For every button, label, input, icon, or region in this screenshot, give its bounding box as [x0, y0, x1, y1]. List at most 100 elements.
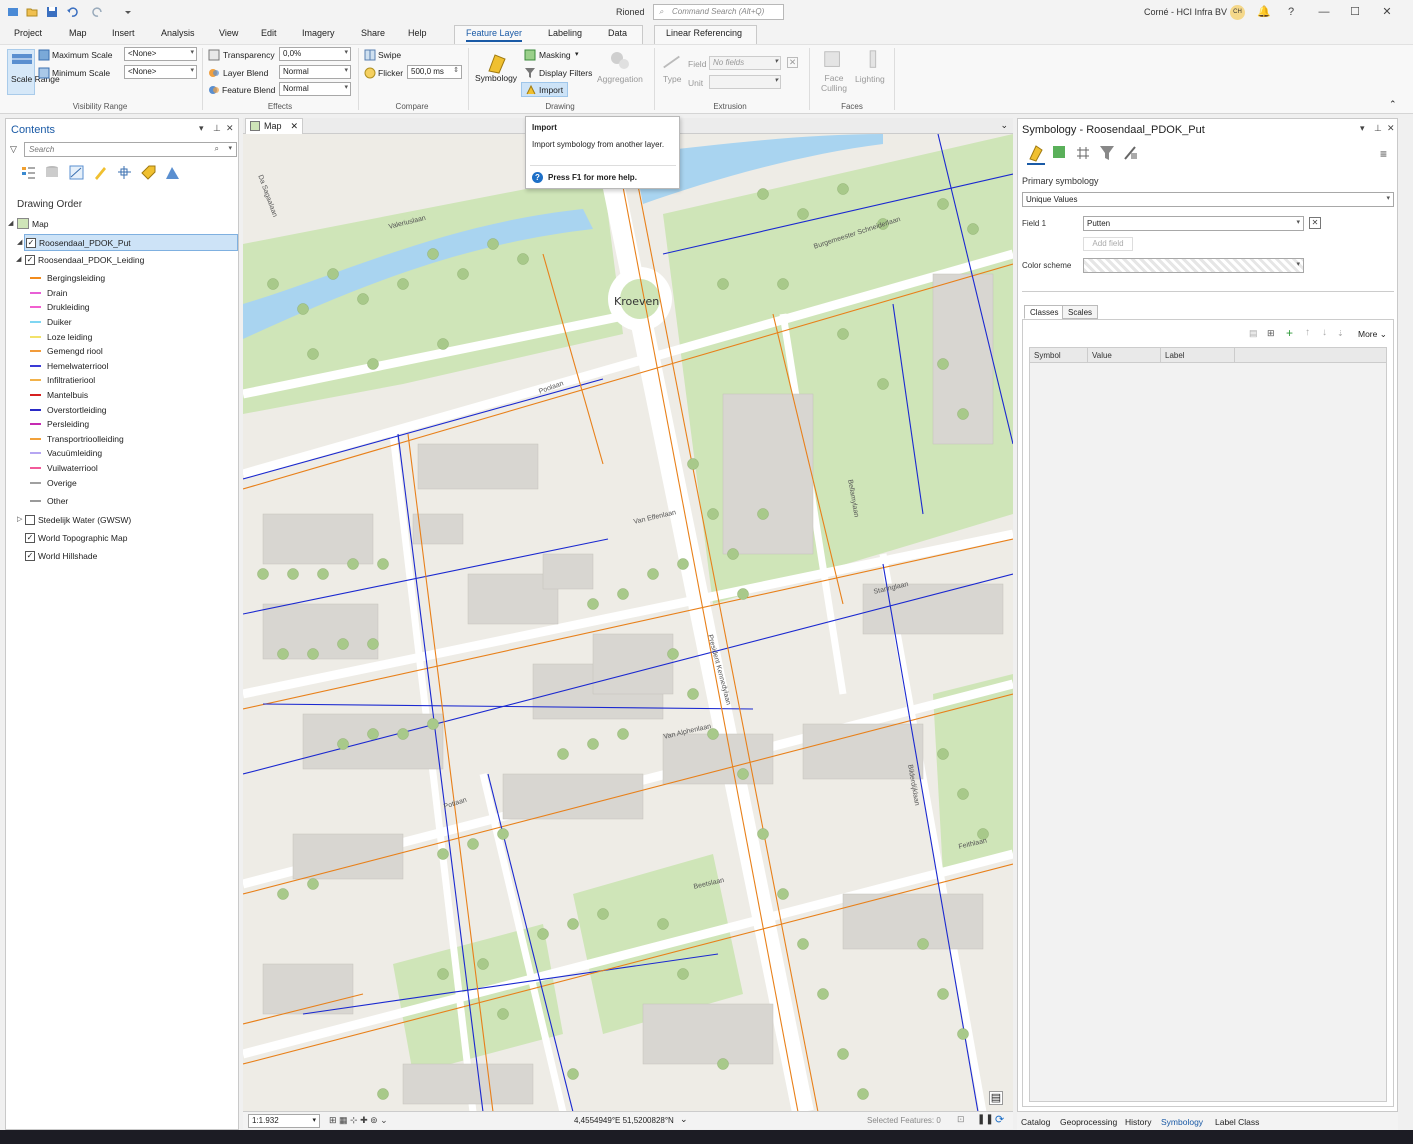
contents-search-input[interactable]: Search ⌕ ▾	[24, 142, 237, 157]
extrusion-type-button[interactable]: Type	[660, 49, 684, 97]
chevron-down-icon[interactable]: ▾	[228, 144, 232, 152]
display-filters-button[interactable]: Display Filters	[539, 68, 592, 78]
tab-geoprocessing[interactable]: Geoprocessing	[1060, 1117, 1117, 1127]
maximum-scale-select[interactable]: <None> ▾	[124, 47, 197, 61]
pause-drawing-icon[interactable]: ❚❚	[977, 1114, 994, 1125]
collapse-icon[interactable]: ◢	[8, 219, 13, 227]
pin-icon[interactable]: ⊥	[213, 123, 221, 134]
symbol-layer-drawing-icon[interactable]	[1074, 144, 1092, 162]
column-header-symbol[interactable]: Symbol	[1034, 351, 1061, 360]
new-project-icon[interactable]	[7, 6, 19, 18]
aggregation-button[interactable]: Aggregation	[596, 49, 646, 97]
toc-map[interactable]: ◢ Map	[6, 216, 238, 233]
tab-map[interactable]: Map	[69, 28, 87, 38]
column-header-label[interactable]: Label	[1165, 351, 1185, 360]
advanced-symbology-icon[interactable]	[1122, 144, 1140, 162]
layer-visibility-checkbox[interactable]: ✓	[25, 533, 35, 543]
layer-visibility-checkbox[interactable]	[25, 515, 35, 525]
tab-share[interactable]: Share	[361, 28, 385, 38]
pane-options-icon[interactable]: ▾	[199, 123, 204, 134]
tab-map-view[interactable]: Map ✕	[245, 118, 303, 134]
tab-label-class[interactable]: Label Class	[1215, 1117, 1259, 1127]
layer-visibility-checkbox[interactable]: ✓	[25, 551, 35, 561]
move-up-icon[interactable]: ↑	[1305, 327, 1310, 338]
symbology-button[interactable]: Symbology	[474, 49, 520, 97]
tab-classes[interactable]: Classes	[1024, 305, 1065, 319]
tab-project[interactable]: Project	[14, 28, 42, 38]
tab-symbology[interactable]: Symbology	[1161, 1117, 1203, 1127]
color-scheme-select[interactable]: ▾	[1083, 258, 1304, 273]
field1-select[interactable]: Putten ▾	[1083, 216, 1304, 231]
import-button[interactable]: Import	[521, 82, 568, 97]
list-by-editing-icon[interactable]	[92, 164, 109, 181]
save-icon[interactable]	[46, 6, 58, 18]
transparency-input[interactable]: 0,0% ▾	[279, 47, 351, 61]
filter-icon[interactable]: ▽	[10, 144, 17, 155]
maximize-button[interactable]: ☐	[1348, 4, 1362, 20]
column-header-value[interactable]: Value	[1092, 351, 1112, 360]
masking-button[interactable]: Masking	[539, 50, 571, 60]
tab-imagery[interactable]: Imagery	[302, 28, 335, 38]
layer-visibility-checkbox[interactable]: ✓	[26, 238, 36, 248]
toc-layer-stedelijk-water[interactable]: ▷ Stedelijk Water (GWSW)	[6, 512, 238, 529]
tab-analysis[interactable]: Analysis	[161, 28, 195, 38]
list-by-labeling-icon[interactable]	[140, 164, 157, 181]
tab-help[interactable]: Help	[408, 28, 427, 38]
refresh-icon[interactable]: ⟳	[995, 1113, 1004, 1126]
scale-range-button[interactable]: Scale Range	[7, 49, 60, 95]
collapse-icon[interactable]: ◢	[17, 238, 22, 246]
toc-layer-put[interactable]: ◢ ✓ Roosendaal_PDOK_Put	[17, 234, 238, 251]
redo-icon[interactable]	[92, 6, 104, 18]
minimum-scale-select[interactable]: <None> ▾	[124, 65, 197, 79]
menu-icon[interactable]: ≡	[1380, 147, 1387, 161]
map-scale-select[interactable]: 1:1.932 ▾	[248, 1114, 320, 1128]
remove-field-icon[interactable]: ✕	[1309, 217, 1321, 229]
selection-tool-icon[interactable]: ⊡	[957, 1114, 965, 1125]
toc-layer-leiding[interactable]: ◢ ✓ Roosendaal_PDOK_Leiding	[6, 252, 238, 269]
add-icon[interactable]: +	[1286, 326, 1293, 340]
chevron-down-icon[interactable]: ▾	[575, 50, 579, 58]
chevron-down-icon[interactable]: ⌄	[1000, 120, 1008, 131]
collapse-ribbon-icon[interactable]: ⌃	[1389, 99, 1397, 110]
list-by-source-icon[interactable]	[44, 164, 61, 181]
user-name[interactable]: Corné - HCI Infra BV	[1144, 7, 1227, 17]
chevron-down-icon[interactable]: ⌄	[680, 1114, 688, 1125]
list-by-perspective-imagery-icon[interactable]	[164, 164, 181, 181]
tab-history[interactable]: History	[1125, 1117, 1151, 1127]
command-search-input[interactable]: ⌕ Command Search (Alt+Q)	[653, 4, 784, 20]
list-by-snapping-icon[interactable]	[116, 164, 133, 181]
swipe-button[interactable]: Swipe	[378, 50, 401, 60]
flicker-input[interactable]: 500,0 ms ⇕	[407, 65, 462, 79]
tab-feature-layer[interactable]: Feature Layer	[466, 28, 523, 42]
list-by-drawing-order-icon[interactable]	[20, 164, 37, 181]
close-pane-icon[interactable]: ✕	[226, 123, 234, 134]
undo-icon[interactable]	[66, 6, 78, 18]
collapse-icon[interactable]: ◢	[16, 255, 21, 263]
tab-edit[interactable]: Edit	[261, 28, 277, 38]
tab-insert[interactable]: Insert	[112, 28, 135, 38]
primary-symbology-icon[interactable]	[1027, 144, 1045, 162]
tab-linear-referencing[interactable]: Linear Referencing	[666, 28, 742, 38]
map-view[interactable]: Valeriuslaan Burgemeester Schneiderlaan Po…	[243, 134, 1013, 1112]
pin-icon[interactable]: ⊥	[1374, 123, 1382, 134]
filter-icon[interactable]	[1098, 144, 1116, 162]
customize-quick-access-icon[interactable]	[122, 6, 134, 18]
feature-blend-select[interactable]: Normal ▾	[279, 82, 351, 96]
close-pane-icon[interactable]: ✕	[1387, 123, 1395, 134]
move-down-icon[interactable]: ↓	[1322, 327, 1327, 338]
list-by-selection-icon[interactable]	[68, 164, 85, 181]
tab-labeling[interactable]: Labeling	[548, 28, 582, 38]
help-icon[interactable]: ?	[1284, 4, 1298, 20]
map-nav-tools-icon[interactable]: ⊞ ▦ ⊹ ✚ ⊚ ⌄	[329, 1115, 388, 1126]
open-project-icon[interactable]	[26, 6, 38, 18]
tab-view[interactable]: View	[219, 28, 238, 38]
add-class-options-icon[interactable]: ⊞	[1267, 328, 1275, 339]
tab-catalog[interactable]: Catalog	[1021, 1117, 1050, 1127]
close-button[interactable]: ✕	[1380, 4, 1394, 20]
pane-options-icon[interactable]: ▾	[1360, 123, 1365, 134]
spinner-icon[interactable]: ⇕	[453, 66, 459, 74]
tab-data[interactable]: Data	[608, 28, 627, 38]
layer-visibility-checkbox[interactable]: ✓	[25, 255, 35, 265]
pane-splitter[interactable]	[1022, 291, 1394, 293]
map-overview-icon[interactable]: ▤	[989, 1091, 1003, 1105]
